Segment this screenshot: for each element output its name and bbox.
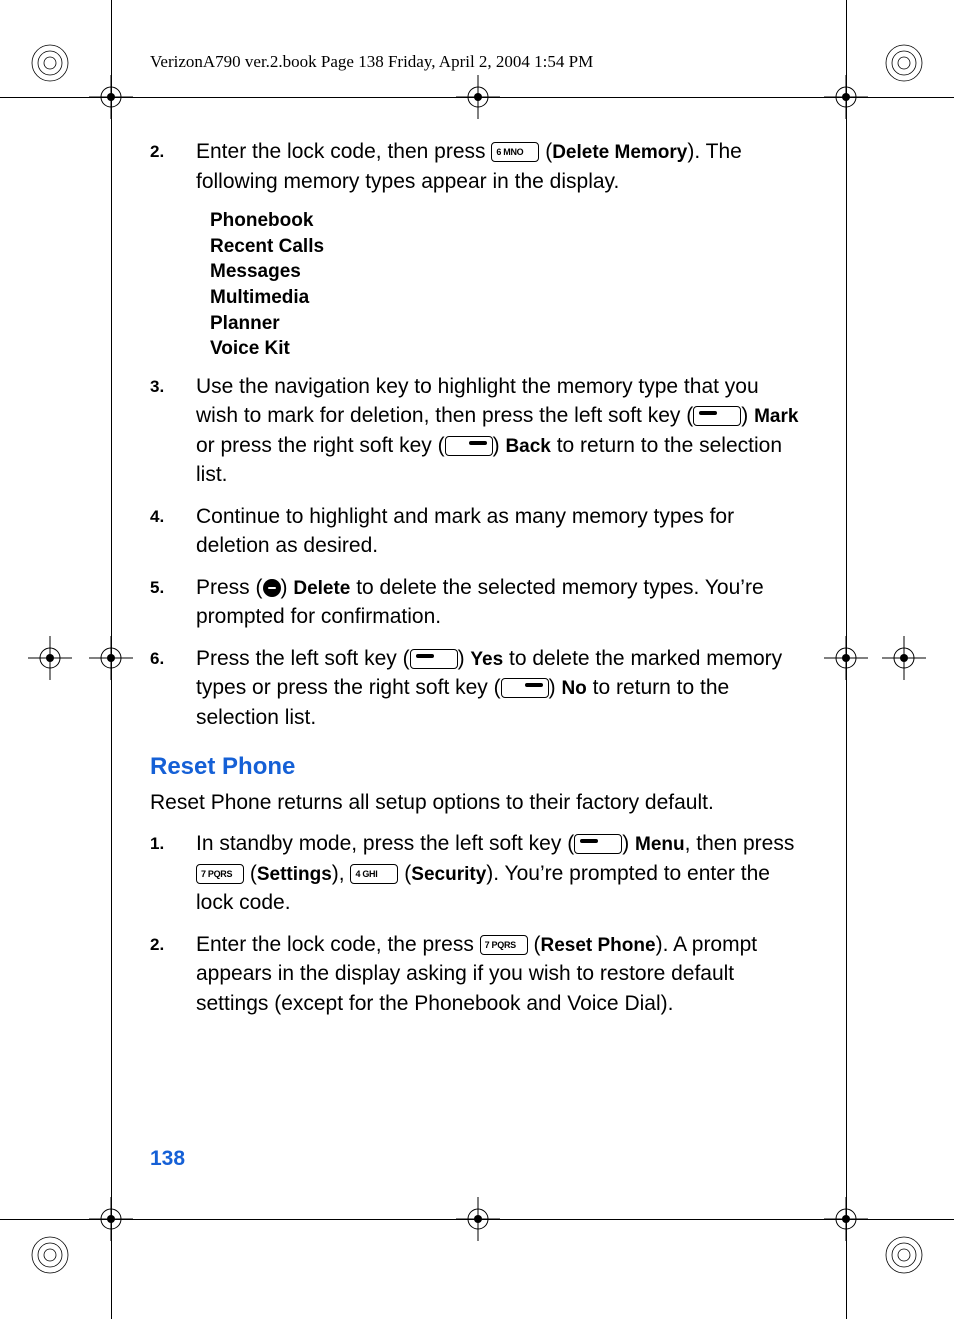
label-mark: Mark <box>754 406 798 427</box>
key-6mno-icon: 6 MNO <box>491 142 539 162</box>
text: ) <box>549 676 562 699</box>
text: Enter the lock code, then press <box>196 140 491 163</box>
label-reset-phone: Reset Phone <box>540 935 655 956</box>
reset-step-2: 2. Enter the lock code, the press 7 PQRS… <box>150 930 805 1018</box>
label-no: No <box>561 678 586 699</box>
key-4ghi-icon: 4 GHI <box>350 864 398 884</box>
memory-types-list: Phonebook Recent Calls Messages Multimed… <box>210 208 805 362</box>
text: ) <box>622 832 635 855</box>
text: , then press <box>685 832 795 855</box>
book-header: VerizonA790 ver.2.book Page 138 Friday, … <box>150 52 593 72</box>
text: ) <box>741 404 754 427</box>
text: or press the right soft key ( <box>196 434 445 457</box>
crosshair-icon <box>456 1197 500 1241</box>
crosshair-icon <box>824 1197 868 1241</box>
step-4: 4. Continue to highlight and mark as man… <box>150 502 805 561</box>
text: In standby mode, press the left soft key… <box>196 832 574 855</box>
label-yes: Yes <box>470 649 503 670</box>
label-delete-memory: Delete Memory <box>552 142 687 163</box>
registration-mark-icon <box>882 41 926 85</box>
step-number: 2. <box>150 930 196 1018</box>
crosshair-icon <box>824 75 868 119</box>
text: ) <box>281 576 294 599</box>
text: ) <box>493 434 506 457</box>
text: ), <box>332 862 351 885</box>
list-item: Phonebook <box>210 208 805 234</box>
crosshair-icon <box>882 636 926 680</box>
list-item: Multimedia <box>210 285 805 311</box>
step-number: 4. <box>150 502 196 561</box>
registration-mark-icon <box>28 41 72 85</box>
list-item: Messages <box>210 259 805 285</box>
step-number: 6. <box>150 644 196 733</box>
step-body: Enter the lock code, then press 6 MNO (D… <box>196 137 805 196</box>
document-page: VerizonA790 ver.2.book Page 138 Friday, … <box>0 0 954 1319</box>
registration-mark-icon <box>28 1233 72 1277</box>
list-item: Planner <box>210 311 805 337</box>
step-body: In standby mode, press the left soft key… <box>196 829 805 918</box>
crosshair-icon <box>824 636 868 680</box>
left-softkey-icon <box>693 406 741 426</box>
list-item: Recent Calls <box>210 234 805 260</box>
step-body: Use the navigation key to highlight the … <box>196 372 805 490</box>
step-number: 5. <box>150 573 196 632</box>
step-body: Press the left soft key () Yes to delete… <box>196 644 805 733</box>
step-6: 6. Press the left soft key () Yes to del… <box>150 644 805 733</box>
step-number: 3. <box>150 372 196 490</box>
step-number: 2. <box>150 137 196 196</box>
step-2: 2. Enter the lock code, then press 6 MNO… <box>150 137 805 196</box>
text: Use the navigation key to highlight the … <box>196 375 759 427</box>
label-security: Security <box>411 864 486 885</box>
label-menu: Menu <box>635 834 685 855</box>
label-back: Back <box>505 436 550 457</box>
step-body: Continue to highlight and mark as many m… <box>196 502 805 561</box>
ok-key-icon <box>263 579 281 597</box>
right-softkey-icon <box>501 678 549 698</box>
crosshair-icon <box>89 75 133 119</box>
crosshair-icon <box>28 636 72 680</box>
crosshair-icon <box>89 636 133 680</box>
key-7pqrs-icon: 7 PQRS <box>196 864 244 884</box>
text: ) <box>458 647 471 670</box>
text: ( <box>528 933 541 956</box>
page-content: 2. Enter the lock code, then press 6 MNO… <box>150 137 805 1030</box>
crosshair-icon <box>456 75 500 119</box>
step-5: 5. Press () Delete to delete the selecte… <box>150 573 805 632</box>
left-softkey-icon <box>574 834 622 854</box>
step-body: Enter the lock code, the press 7 PQRS (R… <box>196 930 805 1018</box>
reset-step-1: 1. In standby mode, press the left soft … <box>150 829 805 918</box>
label-settings: Settings <box>257 864 332 885</box>
text: ( <box>398 862 411 885</box>
label-delete: Delete <box>293 578 350 599</box>
right-softkey-icon <box>445 436 493 456</box>
page-number: 138 <box>150 1147 185 1171</box>
step-3: 3. Use the navigation key to highlight t… <box>150 372 805 490</box>
step-body: Press () Delete to delete the selected m… <box>196 573 805 632</box>
text: ( <box>244 862 257 885</box>
text: Press the left soft key ( <box>196 647 410 670</box>
step-number: 1. <box>150 829 196 918</box>
list-item: Voice Kit <box>210 336 805 362</box>
key-7pqrs-icon: 7 PQRS <box>480 935 528 955</box>
text: Enter the lock code, the press <box>196 933 480 956</box>
left-softkey-icon <box>410 649 458 669</box>
text: Press ( <box>196 576 263 599</box>
section-title-reset-phone: Reset Phone <box>150 750 805 784</box>
reset-intro-text: Reset Phone returns all setup options to… <box>150 788 805 817</box>
registration-mark-icon <box>882 1233 926 1277</box>
crosshair-icon <box>89 1197 133 1241</box>
